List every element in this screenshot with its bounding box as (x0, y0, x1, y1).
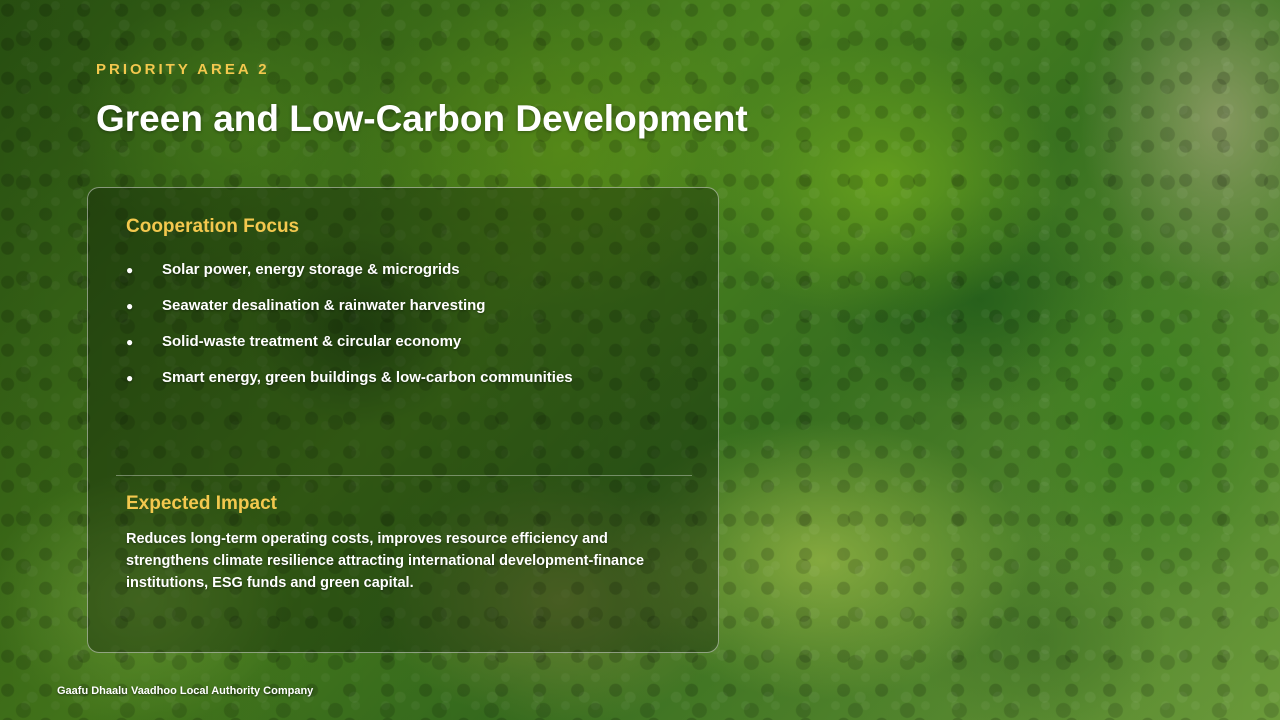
cooperation-focus-list: ● Solar power, energy storage & microgrid… (126, 258, 573, 402)
list-item: ● Solar power, energy storage & microgrid… (126, 258, 573, 294)
bullet-icon: ● (126, 371, 134, 385)
cooperation-focus-heading: Cooperation Focus (126, 216, 300, 237)
footer-organization-name: Gaafu Dhaalu Vaadhoo Local Authority Com… (57, 685, 314, 697)
list-item-text: Solar power, energy storage & microgrids (162, 261, 460, 278)
list-item: ● Seawater desalination & rainwater harve… (126, 294, 573, 330)
bullet-icon: ● (126, 335, 134, 349)
page-title: Green and Low-Carbon Development (96, 98, 748, 139)
slide: PRIORITY AREA 2 Green and Low-Carbon Dev… (0, 0, 1280, 720)
list-item-text: Seawater desalination & rainwater harves… (162, 297, 486, 314)
list-item: ● Smart energy, green buildings & low-car… (126, 366, 573, 402)
expected-impact-text: Reduces long-term operating costs, impro… (126, 531, 645, 591)
list-item-text: Smart energy, green buildings & low-carb… (162, 369, 573, 386)
bullet-icon: ● (126, 299, 134, 313)
content-card: Cooperation Focus ● Solar power, energy s… (87, 187, 719, 653)
section-divider (116, 475, 692, 476)
expected-impact-heading: Expected Impact (126, 493, 277, 514)
bullet-icon: ● (126, 263, 134, 277)
list-item: ● Solid-waste treatment & circular econom… (126, 330, 573, 366)
list-item-text: Solid-waste treatment & circular economy (162, 333, 462, 350)
priority-area-label: PRIORITY AREA 2 (96, 61, 270, 78)
